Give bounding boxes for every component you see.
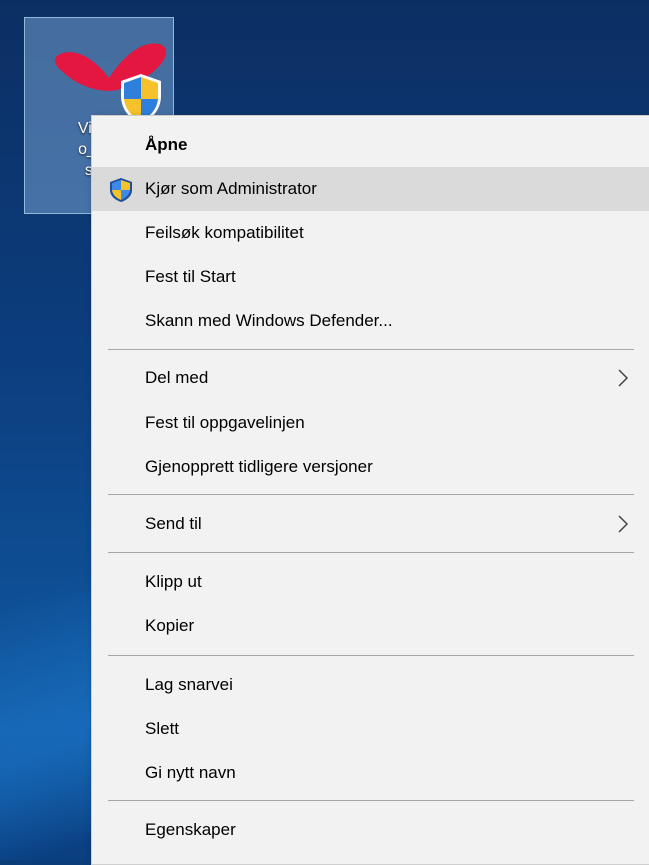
menu-item-label: Åpne — [145, 135, 188, 154]
menu-item-pin-to-start[interactable]: Fest til Start — [92, 255, 649, 299]
menu-item-label: Klipp ut — [145, 572, 202, 591]
menu-item-label: Skann med Windows Defender... — [145, 311, 393, 330]
menu-separator — [108, 494, 634, 495]
menu-item-copy[interactable]: Kopier — [92, 604, 649, 648]
visma-app-icon — [55, 43, 167, 124]
menu-item-label: Gi nytt navn — [145, 763, 236, 782]
menu-item-properties[interactable]: Egenskaper — [92, 808, 649, 852]
menu-item-label: Gjenopprett tidligere versjoner — [145, 457, 373, 476]
menu-item-create-shortcut[interactable]: Lag snarvei — [92, 663, 649, 707]
menu-item-share-with[interactable]: Del med — [92, 356, 649, 400]
menu-item-label: Kopier — [145, 616, 195, 635]
menu-item-delete[interactable]: Slett — [92, 707, 649, 751]
menu-item-rename[interactable]: Gi nytt navn — [92, 751, 649, 795]
menu-item-label: Fest til Start — [145, 267, 236, 286]
menu-item-label: Egenskaper — [145, 820, 236, 839]
menu-item-send-to[interactable]: Send til — [92, 502, 649, 546]
context-menu: Åpne Kjør som Administrator Feilsøk komp… — [91, 115, 649, 865]
menu-item-label: Feilsøk kompatibilitet — [145, 223, 304, 242]
menu-separator — [108, 552, 634, 553]
menu-item-run-as-administrator[interactable]: Kjør som Administrator — [92, 167, 649, 211]
menu-item-label: Kjør som Administrator — [145, 179, 317, 198]
uac-shield-icon — [110, 178, 132, 202]
menu-item-label: Fest til oppgavelinjen — [145, 413, 305, 432]
menu-item-label: Send til — [145, 514, 202, 533]
menu-separator — [108, 655, 634, 656]
menu-separator — [108, 800, 634, 801]
menu-item-scan-with-defender[interactable]: Skann med Windows Defender... — [92, 299, 649, 343]
menu-separator — [108, 349, 634, 350]
menu-item-pin-to-taskbar[interactable]: Fest til oppgavelinjen — [92, 401, 649, 445]
menu-item-label: Slett — [145, 719, 180, 738]
chevron-right-icon — [618, 369, 629, 387]
menu-item-restore-previous-versions[interactable]: Gjenopprett tidligere versjoner — [92, 445, 649, 489]
menu-item-cut[interactable]: Klipp ut — [92, 560, 649, 604]
menu-item-open[interactable]: Åpne — [92, 123, 649, 167]
menu-item-troubleshoot-compatibility[interactable]: Feilsøk kompatibilitet — [92, 211, 649, 255]
chevron-right-icon — [618, 515, 629, 533]
menu-item-label: Del med — [145, 368, 209, 387]
menu-item-label: Lag snarvei — [145, 675, 233, 694]
